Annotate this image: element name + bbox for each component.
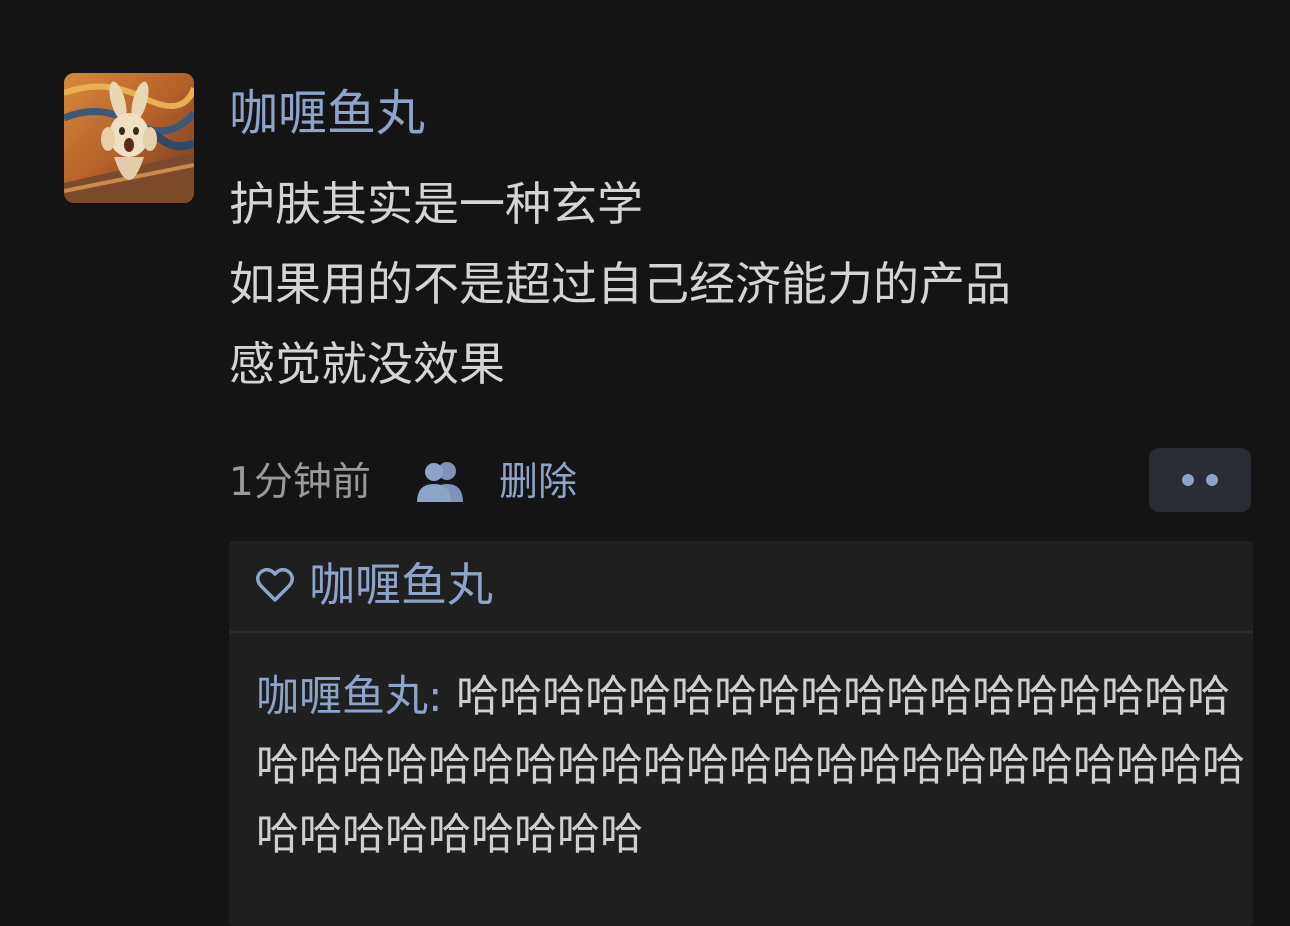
- post-meta-row: 1分钟前 删除: [229, 448, 1259, 514]
- heart-icon: [255, 565, 295, 605]
- post-content: 护肤其实是一种玄学 如果用的不是超过自己经济能力的产品 感觉就没效果: [229, 164, 1229, 404]
- dot: [1182, 474, 1194, 486]
- comment[interactable]: 咖喱鱼丸: 哈哈哈哈哈哈哈哈哈哈哈哈哈哈哈哈哈哈哈哈哈哈哈哈哈哈哈哈哈哈哈哈哈哈…: [256, 663, 1246, 870]
- dot: [1206, 474, 1218, 486]
- post-line: 感觉就没效果: [229, 337, 505, 391]
- delete-button[interactable]: 删除: [499, 458, 577, 508]
- rabbit-scream-avatar-icon: [64, 73, 194, 203]
- fade-overlay: [229, 859, 1253, 926]
- post-timestamp: 1分钟前: [229, 460, 371, 505]
- post-line: 如果用的不是超过自己经济能力的产品: [229, 257, 1011, 311]
- post-username[interactable]: 咖喱鱼丸: [229, 84, 425, 144]
- comment-author[interactable]: 咖喱鱼丸: [256, 672, 428, 722]
- comment-separator: :: [428, 672, 443, 722]
- post-line: 护肤其实是一种玄学: [229, 177, 643, 231]
- likes-row: 咖喱鱼丸: [229, 541, 1253, 633]
- avatar[interactable]: [64, 73, 194, 203]
- friends-icon[interactable]: [415, 460, 467, 504]
- liker-name[interactable]: 咖喱鱼丸: [309, 557, 493, 613]
- more-dots-icon[interactable]: [1149, 448, 1251, 512]
- interaction-panel: 咖喱鱼丸 咖喱鱼丸: 哈哈哈哈哈哈哈哈哈哈哈哈哈哈哈哈哈哈哈哈哈哈哈哈哈哈哈哈哈…: [229, 541, 1253, 926]
